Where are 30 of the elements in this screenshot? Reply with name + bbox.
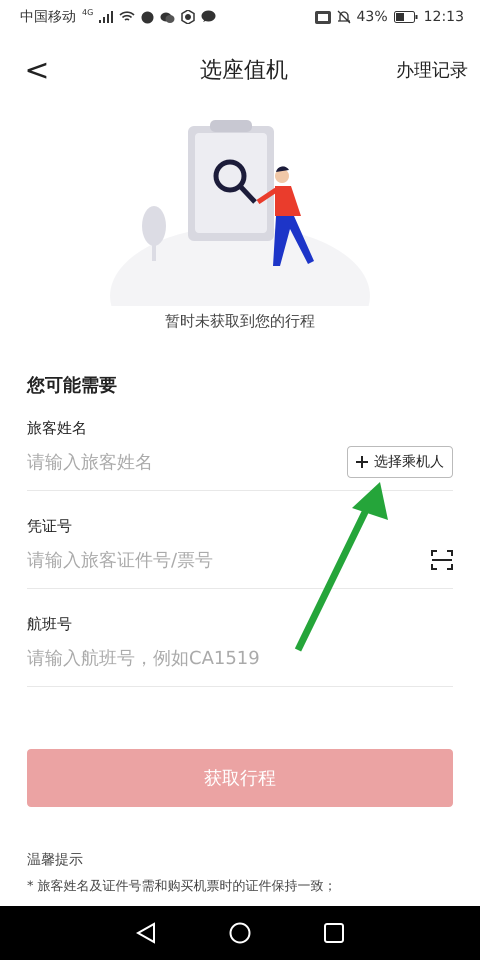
input-field[interactable]: 请输入航班号，例如CA1519 [27, 648, 453, 668]
records-link[interactable]: 办理记录 [396, 58, 468, 82]
battery-percent: 43% [356, 9, 388, 25]
tip-text: * 旅客姓名及证件号需和购买机票时的证件保持一致； [27, 878, 338, 896]
battery-icon [394, 11, 418, 23]
home-nav-icon[interactable] [228, 922, 251, 944]
field-label: 旅客姓名 [27, 419, 88, 438]
empty-message: 暂时未获取到您的行程 [164, 312, 316, 331]
message-icon [201, 10, 216, 24]
input-field[interactable]: 请输入旅客证件号/票号 [27, 550, 431, 570]
input-field[interactable]: 请输入旅客姓名 [27, 452, 347, 472]
plus-icon [356, 456, 368, 468]
scan-icon[interactable] [431, 549, 453, 571]
field-label: 凭证号 [27, 517, 73, 536]
shield-icon [181, 10, 196, 24]
carrier-name: 中国移动 [20, 8, 76, 26]
wifi-icon [119, 11, 136, 23]
field-label: 航班号 [27, 615, 73, 634]
back-nav-icon[interactable] [136, 922, 156, 944]
section-title: 您可能需要 [27, 374, 118, 397]
network-type: 4G [82, 8, 94, 17]
chat-icon [160, 10, 176, 24]
mute-bell-icon [336, 10, 351, 24]
tips-title: 温馨提示 [27, 851, 84, 869]
page-title: 选座值机 [199, 57, 289, 85]
signal-icon [99, 11, 114, 23]
back-button[interactable]: < [22, 52, 52, 88]
select-passenger-button[interactable]: 选择乘机人 [347, 446, 453, 478]
clock-time: 12:13 [424, 9, 464, 25]
recents-nav-icon[interactable] [324, 923, 344, 943]
